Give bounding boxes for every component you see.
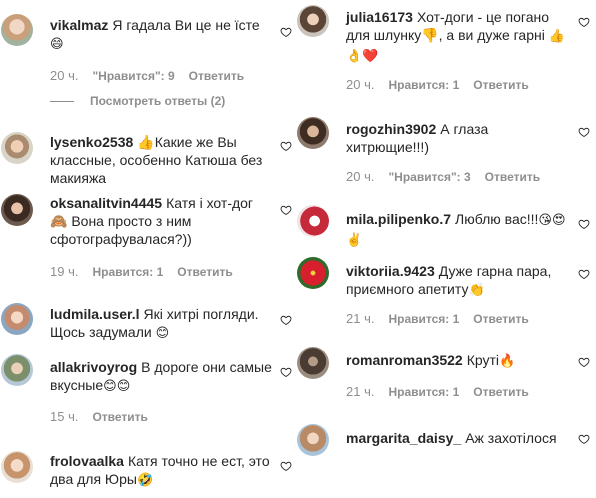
avatar[interactable] (297, 257, 329, 289)
comment-text: margarita_daisy_ Аж захотілося (346, 430, 557, 446)
replies-divider (50, 101, 74, 103)
comment-text: viktoriia.9423 Дуже гарна пара, приємного… (346, 263, 552, 298)
reply-button[interactable]: Ответить (92, 410, 147, 424)
reply-button[interactable]: Ответить (473, 312, 528, 326)
reply-button[interactable]: Ответить (177, 265, 232, 279)
comment-username[interactable]: margarita_daisy_ (346, 430, 461, 446)
like-heart-icon[interactable] (578, 356, 590, 368)
comment-text: romanroman3522 Круті🔥 (346, 352, 516, 369)
likes-count[interactable]: "Нравится": 9 (92, 69, 174, 83)
comment-meta: 20 ч. "Нравится": 3 Ответить (346, 169, 540, 185)
comment-username[interactable]: vikalmaz (50, 17, 108, 33)
comment-text: allakrivoyrog В дороге они самые вкусные😊… (50, 359, 272, 394)
comment-username[interactable]: frolovaalka (50, 453, 124, 469)
like-heart-icon[interactable] (280, 460, 292, 472)
emoji: 😊😊 (103, 379, 131, 394)
avatar[interactable] (1, 194, 33, 226)
like-heart-icon[interactable] (280, 314, 292, 326)
reply-button[interactable]: Ответить (189, 69, 244, 83)
comment-time[interactable]: 15 ч. (50, 409, 78, 424)
likes-count[interactable]: "Нравится": 3 (388, 170, 470, 184)
avatar[interactable] (1, 354, 33, 386)
avatar[interactable] (297, 117, 329, 149)
comment-meta: 21 ч. Нравится: 1 Ответить (346, 384, 529, 400)
comment-username[interactable]: viktoriia.9423 (346, 263, 435, 279)
comment-username[interactable]: rogozhin3902 (346, 121, 436, 137)
comment-text: oksanalitvin4445 Катя і хот-дог 🙈 Вона пр… (50, 195, 254, 247)
comment-meta: 21 ч. Нравится: 1 Ответить (346, 311, 529, 327)
comment-meta: 19 ч. Нравится: 1 Ответить (50, 264, 233, 280)
emoji: 😄 (50, 37, 64, 52)
comment-username[interactable]: mila.pilipenko.7 (346, 211, 451, 227)
comment-text: lysenko2538 👍Какие же Вы классные, особен… (50, 134, 263, 186)
comment-time[interactable]: 19 ч. (50, 264, 78, 279)
comment-text: rogozhin3902 А глаза хитрющие!!!) (346, 121, 489, 155)
avatar[interactable] (1, 14, 33, 46)
likes-count[interactable]: Нравится: 1 (388, 385, 459, 399)
emoji: 😊 (155, 326, 170, 341)
like-heart-icon[interactable] (578, 126, 590, 138)
comment-meta: 15 ч. Ответить (50, 409, 148, 425)
like-heart-icon[interactable] (280, 366, 292, 378)
comment-username[interactable]: julia16173 (346, 9, 413, 25)
comment-text: mila.pilipenko.7 Люблю вас!!!😘😍✌️ (346, 211, 566, 248)
comment-time[interactable]: 20 ч. (346, 77, 374, 92)
avatar[interactable] (297, 5, 329, 37)
comment-username[interactable]: allakrivoyrog (50, 359, 137, 375)
comment-text: ludmila.user.l Які хитрі погляди. Щось за… (50, 306, 259, 341)
avatar[interactable] (1, 132, 33, 164)
comment-username[interactable]: lysenko2538 (50, 134, 133, 150)
like-heart-icon[interactable] (578, 433, 590, 445)
comment-username[interactable]: oksanalitvin4445 (50, 195, 162, 211)
like-heart-icon[interactable] (578, 16, 590, 28)
emoji: 🔥 (499, 354, 516, 369)
reply-button[interactable]: Ответить (485, 170, 540, 184)
comment-time[interactable]: 21 ч. (346, 384, 374, 399)
like-heart-icon[interactable] (578, 218, 590, 230)
like-heart-icon[interactable] (280, 140, 292, 152)
likes-count[interactable]: Нравится: 1 (388, 312, 459, 326)
avatar[interactable] (1, 303, 33, 335)
avatar[interactable] (297, 205, 329, 237)
comment-text: julia16173 Хот-доги - це погано для шлунк… (346, 9, 565, 64)
likes-count[interactable]: Нравится: 1 (92, 265, 163, 279)
comment-time[interactable]: 20 ч. (50, 68, 78, 83)
like-heart-icon[interactable] (280, 26, 292, 38)
like-heart-icon[interactable] (280, 204, 292, 216)
comment-text: frolovaalka Катя точно не ест, это два дл… (50, 453, 270, 488)
avatar[interactable] (297, 347, 329, 379)
comment-text: vikalmaz Я гадала Ви це не їсте 😄 (50, 17, 260, 52)
reply-button[interactable]: Ответить (473, 78, 528, 92)
like-heart-icon[interactable] (578, 268, 590, 280)
comment-time[interactable]: 20 ч. (346, 169, 374, 184)
emoji: 👏 (468, 283, 485, 298)
avatar[interactable] (1, 451, 33, 483)
comment-meta: 20 ч. "Нравится": 9 Ответить (50, 68, 244, 84)
comment-username[interactable]: romanroman3522 (346, 352, 463, 368)
likes-count[interactable]: Нравится: 1 (388, 78, 459, 92)
comment-username[interactable]: ludmila.user.l (50, 306, 139, 322)
emoji: 🤣 (136, 473, 154, 488)
reply-button[interactable]: Ответить (473, 385, 528, 399)
comment-time[interactable]: 21 ч. (346, 311, 374, 326)
view-replies-button[interactable]: Посмотреть ответы (2) (50, 94, 225, 108)
avatar[interactable] (297, 424, 329, 456)
comment-meta: 20 ч. Нравится: 1 Ответить (346, 77, 529, 93)
